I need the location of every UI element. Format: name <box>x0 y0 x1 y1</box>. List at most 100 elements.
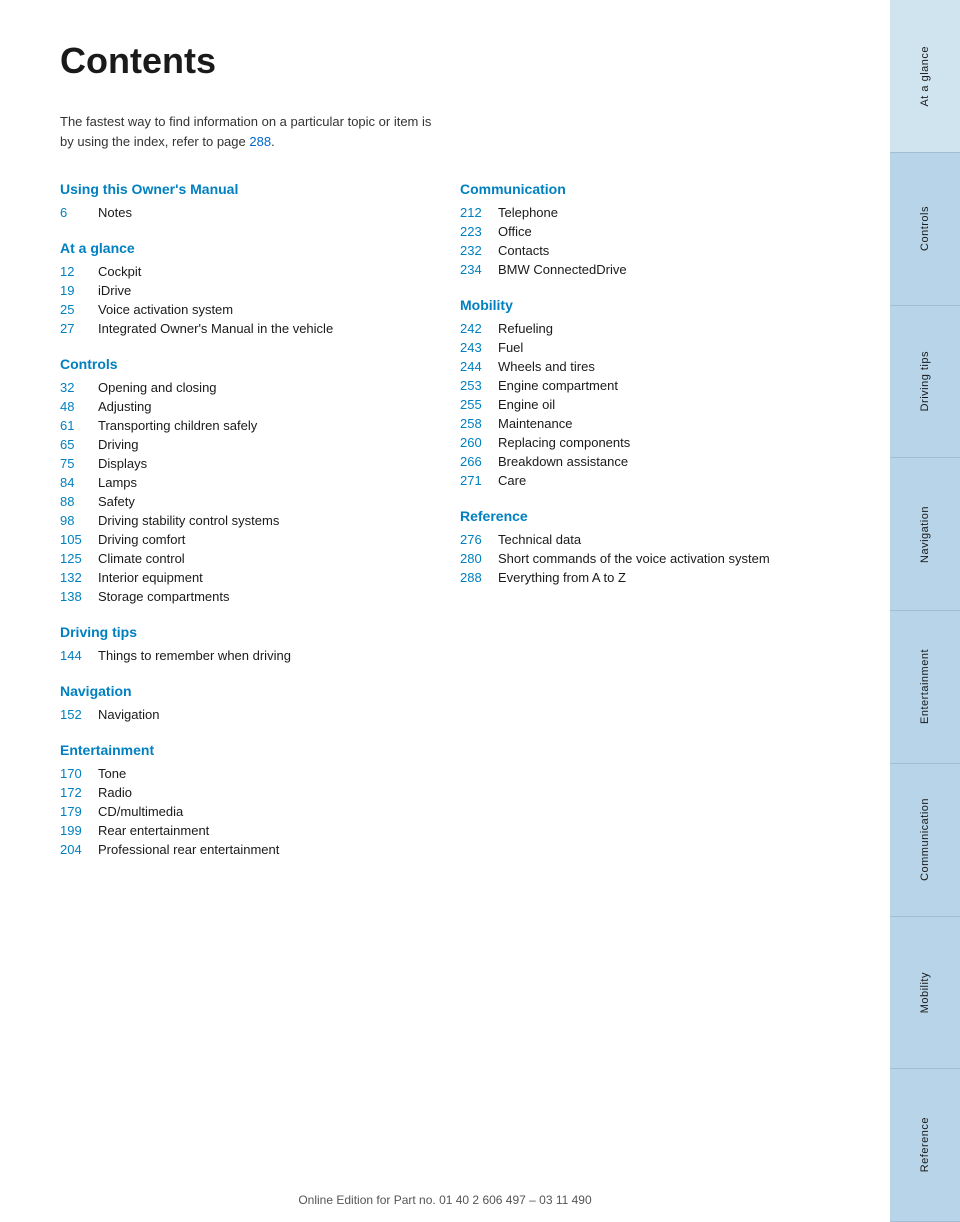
toc-entry-label: Rear entertainment <box>98 823 209 838</box>
toc-item: 255Engine oil <box>460 397 800 412</box>
toc-page-number[interactable]: 276 <box>460 532 498 547</box>
toc-page-number[interactable]: 258 <box>460 416 498 431</box>
main-content: Contents The fastest way to find informa… <box>0 0 860 921</box>
toc-entry-label: Wheels and tires <box>498 359 595 374</box>
toc-page-number[interactable]: 125 <box>60 551 98 566</box>
toc-page-number[interactable]: 6 <box>60 205 98 220</box>
toc-page-number[interactable]: 172 <box>60 785 98 800</box>
sidebar-tab-label: Controls <box>919 206 931 251</box>
toc-page-number[interactable]: 271 <box>460 473 498 488</box>
toc-item: 32Opening and closing <box>60 380 400 395</box>
section-heading: Using this Owner's Manual <box>60 181 400 197</box>
toc-page-number[interactable]: 98 <box>60 513 98 528</box>
toc-item: 172Radio <box>60 785 400 800</box>
toc-page-number[interactable]: 179 <box>60 804 98 819</box>
toc-page-number[interactable]: 244 <box>460 359 498 374</box>
sidebar-tabs: At a glance Controls Driving tipsNavigatio… <box>890 0 960 1222</box>
sidebar-tab-mobility[interactable]: Mobility <box>890 917 960 1070</box>
toc-page-number[interactable]: 260 <box>460 435 498 450</box>
toc-item: 75Displays <box>60 456 400 471</box>
toc-entry-label: Storage compartments <box>98 589 230 604</box>
toc-page-number[interactable]: 138 <box>60 589 98 604</box>
toc-item: 260Replacing components <box>460 435 800 450</box>
toc-item: 170Tone <box>60 766 400 781</box>
toc-page-number[interactable]: 170 <box>60 766 98 781</box>
toc-page-number[interactable]: 253 <box>460 378 498 393</box>
toc-page-number[interactable]: 88 <box>60 494 98 509</box>
toc-page-number[interactable]: 280 <box>460 551 498 566</box>
section-heading: Reference <box>460 508 800 524</box>
toc-item: 132Interior equipment <box>60 570 400 585</box>
toc-item: 65Driving <box>60 437 400 452</box>
toc-page-number[interactable]: 84 <box>60 475 98 490</box>
toc-entry-label: Care <box>498 473 526 488</box>
toc-page-number[interactable]: 12 <box>60 264 98 279</box>
toc-entry-label: Transporting children safely <box>98 418 257 433</box>
page-title: Contents <box>60 40 800 82</box>
page-288-link[interactable]: 288 <box>249 134 271 149</box>
toc-entry-label: Opening and closing <box>98 380 217 395</box>
toc-page-number[interactable]: 234 <box>460 262 498 277</box>
toc-page-number[interactable]: 242 <box>460 321 498 336</box>
toc-page-number[interactable]: 105 <box>60 532 98 547</box>
toc-item: 84Lamps <box>60 475 400 490</box>
toc-item: 271Care <box>460 473 800 488</box>
toc-page-number[interactable]: 27 <box>60 321 98 336</box>
right-column: Communication212Telephone223Office232Con… <box>460 181 800 861</box>
sidebar-tab-communication[interactable]: Communication <box>890 764 960 917</box>
toc-item: 234BMW ConnectedDrive <box>460 262 800 277</box>
sidebar-tab-entertainment[interactable]: Entertainment <box>890 611 960 764</box>
toc-entry-label: Voice activation system <box>98 302 233 317</box>
toc-item: 288Everything from A to Z <box>460 570 800 585</box>
toc-entry-label: Lamps <box>98 475 137 490</box>
toc-entry-label: Navigation <box>98 707 159 722</box>
toc-page-number[interactable]: 32 <box>60 380 98 395</box>
toc-entry-label: Refueling <box>498 321 553 336</box>
toc-item: 266Breakdown assistance <box>460 454 800 469</box>
toc-page-number[interactable]: 19 <box>60 283 98 298</box>
toc-item: 212Telephone <box>460 205 800 220</box>
toc-item: 204Professional rear entertainment <box>60 842 400 857</box>
toc-page-number[interactable]: 212 <box>460 205 498 220</box>
toc-item: 144Things to remember when driving <box>60 648 400 663</box>
toc-item: 243Fuel <box>460 340 800 355</box>
toc-page-number[interactable]: 266 <box>460 454 498 469</box>
toc-page-number[interactable]: 144 <box>60 648 98 663</box>
toc-page-number[interactable]: 48 <box>60 399 98 414</box>
sidebar-tab-navigation[interactable]: Navigation <box>890 458 960 611</box>
toc-entry-label: Everything from A to Z <box>498 570 626 585</box>
toc-entry-label: Driving stability control systems <box>98 513 279 528</box>
toc-page-number[interactable]: 132 <box>60 570 98 585</box>
sidebar-tab-driving-tips[interactable]: Driving tips <box>890 306 960 459</box>
toc-page-number[interactable]: 65 <box>60 437 98 452</box>
intro-paragraph: The fastest way to find information on a… <box>60 112 440 151</box>
toc-page-number[interactable]: 243 <box>460 340 498 355</box>
toc-entry-label: Adjusting <box>98 399 151 414</box>
toc-item: 179CD/multimedia <box>60 804 400 819</box>
toc-page-number[interactable]: 152 <box>60 707 98 722</box>
toc-item: 27Integrated Owner's Manual in the vehic… <box>60 321 400 336</box>
sidebar-tab-controls[interactable]: Controls <box>890 153 960 306</box>
sidebar-tab-at-a-glance[interactable]: At a glance <box>890 0 960 153</box>
toc-entry-label: Things to remember when driving <box>98 648 291 663</box>
sidebar-tab-reference[interactable]: Reference <box>890 1069 960 1222</box>
toc-page-number[interactable]: 232 <box>460 243 498 258</box>
toc-page-number[interactable]: 204 <box>60 842 98 857</box>
toc-page-number[interactable]: 61 <box>60 418 98 433</box>
section-heading: Communication <box>460 181 800 197</box>
section-heading: Entertainment <box>60 742 400 758</box>
toc-entry-label: Notes <box>98 205 132 220</box>
toc-page-number[interactable]: 223 <box>460 224 498 239</box>
sidebar-tab-label: Mobility <box>919 972 931 1013</box>
sidebar-tab-label: Communication <box>919 798 931 881</box>
toc-page-number[interactable]: 25 <box>60 302 98 317</box>
toc-item: 105Driving comfort <box>60 532 400 547</box>
toc-item: 223Office <box>460 224 800 239</box>
toc-page-number[interactable]: 255 <box>460 397 498 412</box>
toc-page-number[interactable]: 199 <box>60 823 98 838</box>
toc-entry-label: Engine oil <box>498 397 555 412</box>
toc-entry-label: Safety <box>98 494 135 509</box>
toc-page-number[interactable]: 288 <box>460 570 498 585</box>
toc-entry-label: Displays <box>98 456 147 471</box>
toc-page-number[interactable]: 75 <box>60 456 98 471</box>
